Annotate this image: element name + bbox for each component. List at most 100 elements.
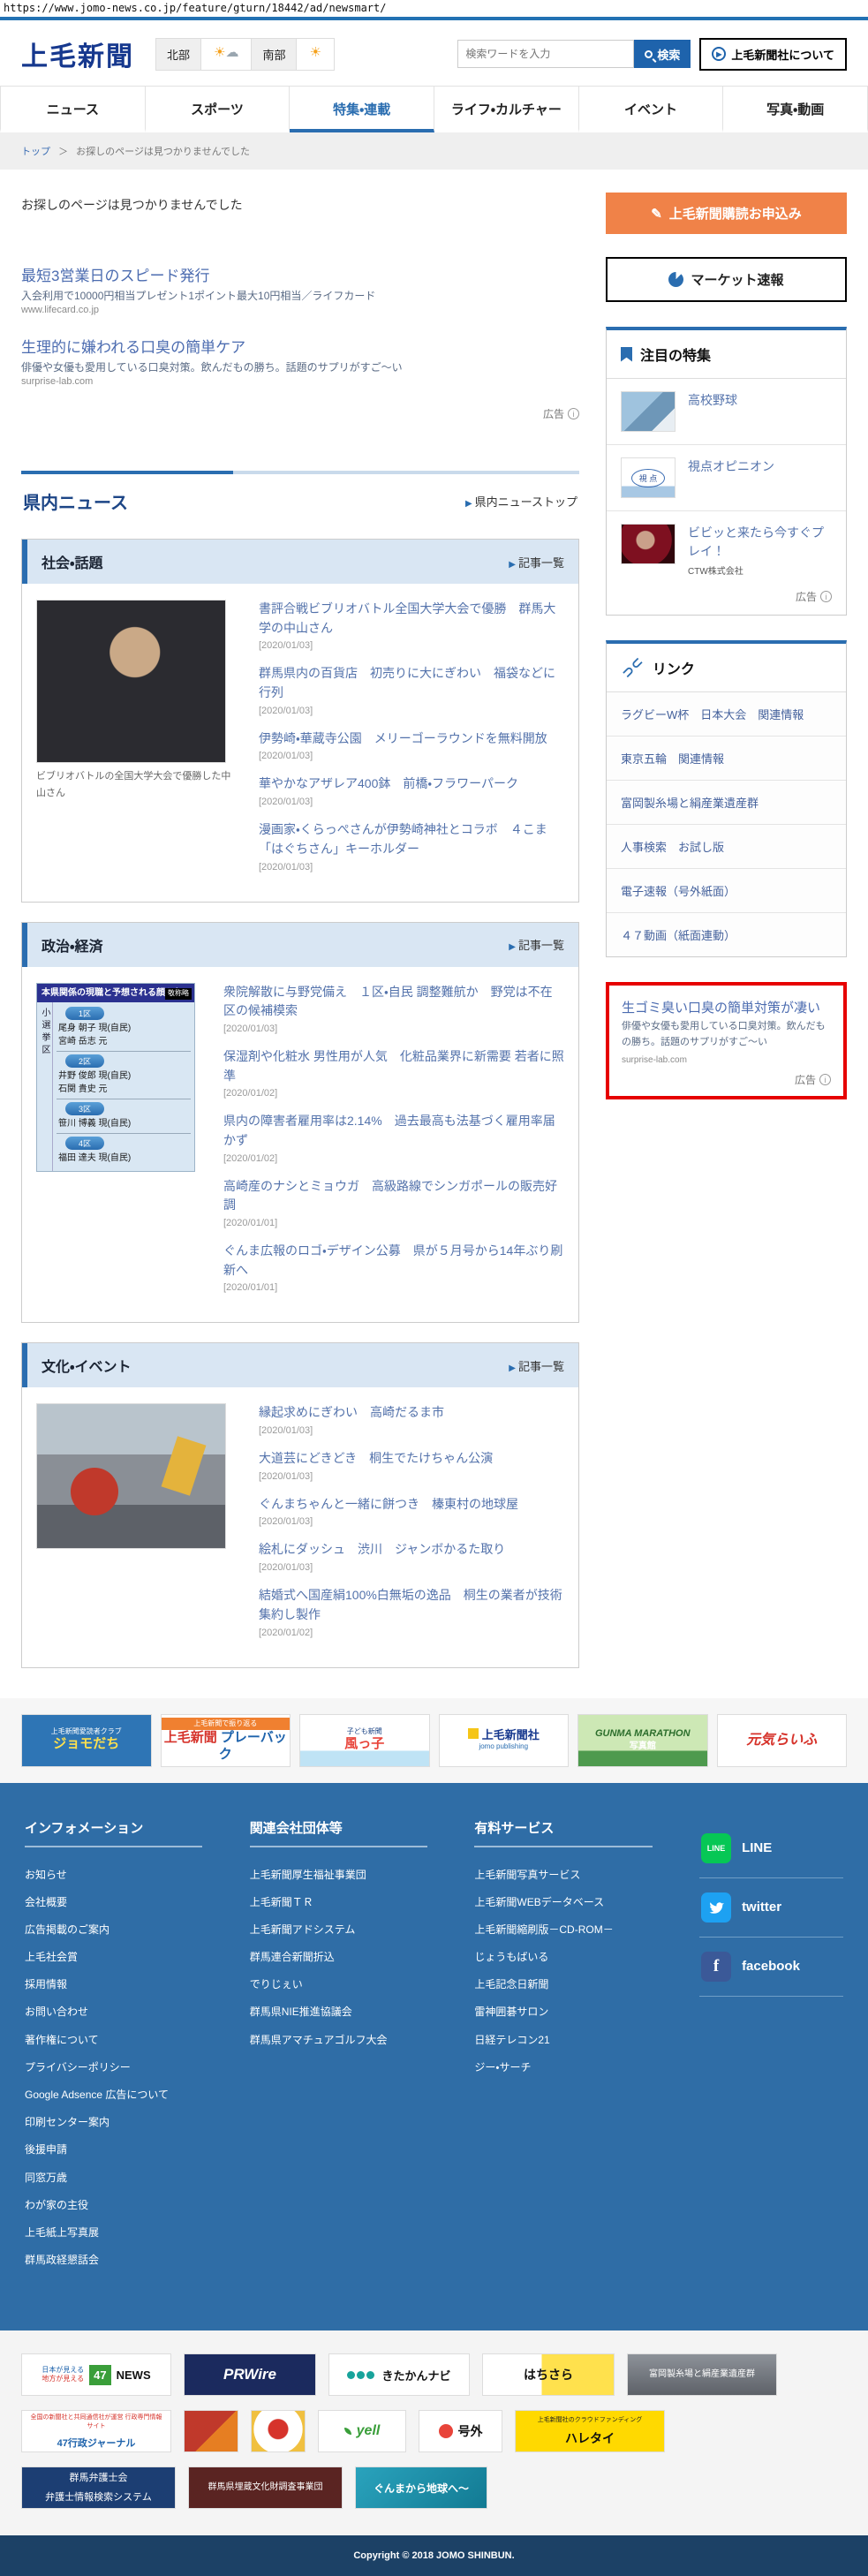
article-row[interactable]: 書評合戦ビブリオバトル全国大学大会で優勝 群馬大学の中山さん [2020/01/… xyxy=(259,600,564,651)
banner-genki-life[interactable]: 元気らいふ xyxy=(716,1713,847,1767)
footer-link[interactable]: 会社概要 xyxy=(25,1889,218,1916)
banner-haretai[interactable]: 上毛新聞社のクラウドファンディング ハレタイ xyxy=(515,2410,665,2453)
article-row[interactable]: 高崎産のナシとミョウガ 高級路線でシンガポールの販売好調 [2020/01/01… xyxy=(223,1177,564,1228)
nav-tab-photo-video[interactable]: 写真・動画 xyxy=(723,87,868,132)
footer-link[interactable]: ジー・サーチ xyxy=(474,2054,668,2081)
article-list-link[interactable]: ▶ 記事一覧 xyxy=(509,1357,564,1374)
article-photo[interactable] xyxy=(36,1403,226,1550)
banner-gunma-bar-association[interactable]: 群馬弁護士会 弁護士情報検索システム xyxy=(21,2466,176,2510)
prefecture-news-top-link[interactable]: ▶ 県内ニューストップ xyxy=(465,493,577,510)
link-item[interactable]: 東京五輪 関連情報 xyxy=(607,737,846,781)
article-row[interactable]: 縁起求めにぎわい 高崎だるま市 [2020/01/03] xyxy=(259,1403,564,1436)
banner-buried-cultural-properties[interactable]: 群馬県埋蔵文化財調査事業団 xyxy=(188,2466,343,2510)
article-row[interactable]: 結婚式へ国産絹100%白無垢の逸品 桐生の業者が技術集約し製作 [2020/01… xyxy=(259,1586,564,1637)
link-item[interactable]: 電子速報（号外紙面） xyxy=(607,869,846,913)
footer-link[interactable]: 後援申請 xyxy=(25,2136,218,2164)
link-item[interactable]: 富岡製糸場と絹産業遺産群 xyxy=(607,781,846,825)
article-row[interactable]: 衆院解散に与野党備え １区・自民 調整難航か 野党は不在区の候補模索 [2020… xyxy=(223,983,564,1034)
election-infographic[interactable]: 本県関係の現職と予想される顔ぶれ 敬称略 小選挙区 1区 尾身 朝子 現(自民) 宮… xyxy=(36,982,195,1172)
banner-jomodachi[interactable]: 上毛新聞愛読者クラブ ジョモだち xyxy=(21,1713,152,1767)
banner-prwire[interactable]: PRWire xyxy=(184,2353,316,2397)
banner-47-gyosei-journal[interactable]: 全国の新聞社と共同通信社が運営 行政専門情報サイト 47行政ジャーナル xyxy=(21,2410,171,2453)
footer-link[interactable]: 群馬県アマチュアゴルフ大会 xyxy=(250,2027,443,2054)
footer-link[interactable]: お知らせ xyxy=(25,1862,218,1889)
featured-item[interactable]: 高校野球 xyxy=(607,379,846,445)
featured-item[interactable]: 視 点 視点オピニオン xyxy=(607,445,846,511)
banner-gogai[interactable]: 号外 xyxy=(419,2410,502,2453)
text-ad[interactable]: 最短3営業日のスピード発行 入会利用で10000円相当プレゼント1ポイント最大1… xyxy=(21,263,579,315)
footer-link[interactable]: 印刷センター案内 xyxy=(25,2109,218,2136)
article-row[interactable]: 保湿剤や化粧水 男性用が人気 化粧品業界に新需要 若者に照準 [2020/01/… xyxy=(223,1047,564,1099)
footer-link[interactable]: お問い合わせ xyxy=(25,1998,218,2026)
search-button[interactable]: 検索 xyxy=(634,40,691,68)
facebook-button[interactable]: f facebook xyxy=(699,1938,843,1997)
footer-link[interactable]: 採用情報 xyxy=(25,1971,218,1998)
article-photo[interactable] xyxy=(36,600,226,763)
highlighted-ad-box[interactable]: 生ゴミ臭い口臭の簡単対策が凄い 俳優や女優も愛用している口臭対策。飲んだもの勝ち… xyxy=(606,982,847,1100)
footer-link[interactable]: 同窓万歳 xyxy=(25,2164,218,2192)
banner-47news[interactable]: 日本が見える 地方が見える 47 NEWS xyxy=(21,2353,171,2397)
nav-tab-features[interactable]: 特集・連載 xyxy=(290,87,435,132)
nav-tab-life-culture[interactable]: ライフ・カルチャー xyxy=(434,87,579,132)
line-button[interactable]: LINE LINE xyxy=(699,1818,843,1878)
search-input[interactable] xyxy=(457,40,635,68)
subscribe-button[interactable]: ✎ 上毛新聞購読お申込み xyxy=(606,193,847,234)
footer-link[interactable]: じょうもばいる xyxy=(474,1944,668,1971)
text-ad[interactable]: 生理的に嫌われる口臭の簡単ケア 俳優や女優も愛用している口臭対策。飲んだもの勝ち… xyxy=(21,335,579,387)
footer-link[interactable]: 上毛新聞縮刷版－CD-ROM－ xyxy=(474,1916,668,1944)
footer-link[interactable]: 上毛新聞ＴＲ xyxy=(250,1889,443,1916)
info-icon[interactable]: i xyxy=(819,1074,831,1086)
footer-link[interactable]: 上毛社会賞 xyxy=(25,1944,218,1971)
footer-link[interactable]: 上毛記念日新聞 xyxy=(474,1971,668,1998)
footer-link[interactable]: 上毛紙上写真展 xyxy=(25,2219,218,2247)
banner-kitakan-navi[interactable]: きたかんナビ xyxy=(328,2353,470,2397)
site-logo[interactable]: 上毛新聞 xyxy=(21,34,134,73)
footer-link[interactable]: 群馬連合新聞折込 xyxy=(250,1944,443,1971)
footer-link[interactable]: 日経テレコン21 xyxy=(474,2027,668,2054)
article-list-link[interactable]: ▶ 記事一覧 xyxy=(509,936,564,953)
info-icon[interactable]: i xyxy=(568,408,579,419)
footer-link[interactable]: 上毛新聞アドシステム xyxy=(250,1916,443,1944)
footer-link[interactable]: プライバシーポリシー xyxy=(25,2054,218,2081)
banner-food-photo-2[interactable] xyxy=(251,2410,306,2453)
link-item[interactable]: 人事検索 お試し版 xyxy=(607,825,846,869)
banner-kazakko[interactable]: 子ども新聞 風っ子 xyxy=(299,1713,430,1767)
banner-gunma-to-earth[interactable]: ぐんまから地球へ〜 xyxy=(355,2466,487,2510)
breadcrumb-home-link[interactable]: トップ xyxy=(21,147,50,157)
banner-jomo-publishing[interactable]: 上毛新聞社 jomo publishing xyxy=(438,1713,569,1767)
featured-ad-item[interactable]: ビビッと来たら今すぐプレイ！ CTW株式会社 xyxy=(607,511,846,589)
footer-link[interactable]: 上毛新聞WEBデータベース xyxy=(474,1889,668,1916)
banner-food-photo-1[interactable] xyxy=(184,2410,238,2453)
article-row[interactable]: ぐんまちゃんと一緒に餅つき 榛東村の地球屋 [2020/01/03] xyxy=(259,1495,564,1528)
nav-tab-events[interactable]: イベント xyxy=(579,87,724,132)
footer-link[interactable]: 群馬政経懇話会 xyxy=(25,2247,218,2274)
article-row[interactable]: 華やかなアザレア400鉢 前橋・フラワーパーク [2020/01/03] xyxy=(259,774,564,807)
footer-link[interactable]: 雷神囲碁サロン xyxy=(474,1998,668,2026)
footer-link[interactable]: 上毛新聞写真サービス xyxy=(474,1862,668,1889)
banner-yell[interactable]: yell xyxy=(318,2410,406,2453)
article-row[interactable]: ぐんま広報のロゴ・デザイン公募 県が５月号から14年ぶり刷新へ [2020/01… xyxy=(223,1242,564,1293)
link-item[interactable]: ４７動画（紙面連動） xyxy=(607,913,846,956)
nav-tab-sports[interactable]: スポーツ xyxy=(146,87,291,132)
footer-link[interactable]: 著作権について xyxy=(25,2027,218,2054)
footer-link[interactable]: わが家の主役 xyxy=(25,2192,218,2219)
article-row[interactable]: 漫画家・くらっぺさんが伊勢崎神社とコラボ ４こま「はぐちさん」キーホルダー [2… xyxy=(259,820,564,872)
banner-playback[interactable]: 上毛新聞で振り返る 上毛新聞 プレーバック xyxy=(160,1713,291,1767)
info-icon[interactable]: i xyxy=(820,591,832,602)
article-row[interactable]: 県内の障害者雇用率は2.14% 過去最高も法基づく雇用率届かず [2020/01… xyxy=(223,1112,564,1163)
article-row[interactable]: 群馬県内の百貨店 初売りに大にぎわい 福袋などに行列 [2020/01/03] xyxy=(259,664,564,715)
twitter-button[interactable]: twitter xyxy=(699,1878,843,1938)
article-row[interactable]: 大道芸にどきどき 桐生でたけちゃん公演 [2020/01/03] xyxy=(259,1449,564,1482)
footer-link[interactable]: でりじぇい xyxy=(250,1971,443,1998)
nav-tab-news[interactable]: ニュース xyxy=(0,87,146,132)
about-button[interactable]: ▶ 上毛新聞社について xyxy=(699,37,847,71)
article-row[interactable]: 伊勢崎・華蔵寺公園 メリーゴーラウンドを無料開放 [2020/01/03] xyxy=(259,729,564,762)
footer-link[interactable]: 上毛新聞厚生福祉事業団 xyxy=(250,1862,443,1889)
article-list-link[interactable]: ▶ 記事一覧 xyxy=(509,554,564,570)
banner-tomioka-silk[interactable]: 富岡製糸場と絹産業遺産群 xyxy=(627,2353,777,2397)
market-report-button[interactable]: マーケット速報 xyxy=(606,257,847,302)
banner-hachisara[interactable]: はちさら xyxy=(482,2353,615,2397)
link-item[interactable]: ラグビーW杯 日本大会 関連情報 xyxy=(607,692,846,737)
footer-link[interactable]: Google Adsence 広告について xyxy=(25,2081,218,2109)
article-row[interactable]: 絵札にダッシュ 渋川 ジャンボかるた取り [2020/01/03] xyxy=(259,1540,564,1573)
